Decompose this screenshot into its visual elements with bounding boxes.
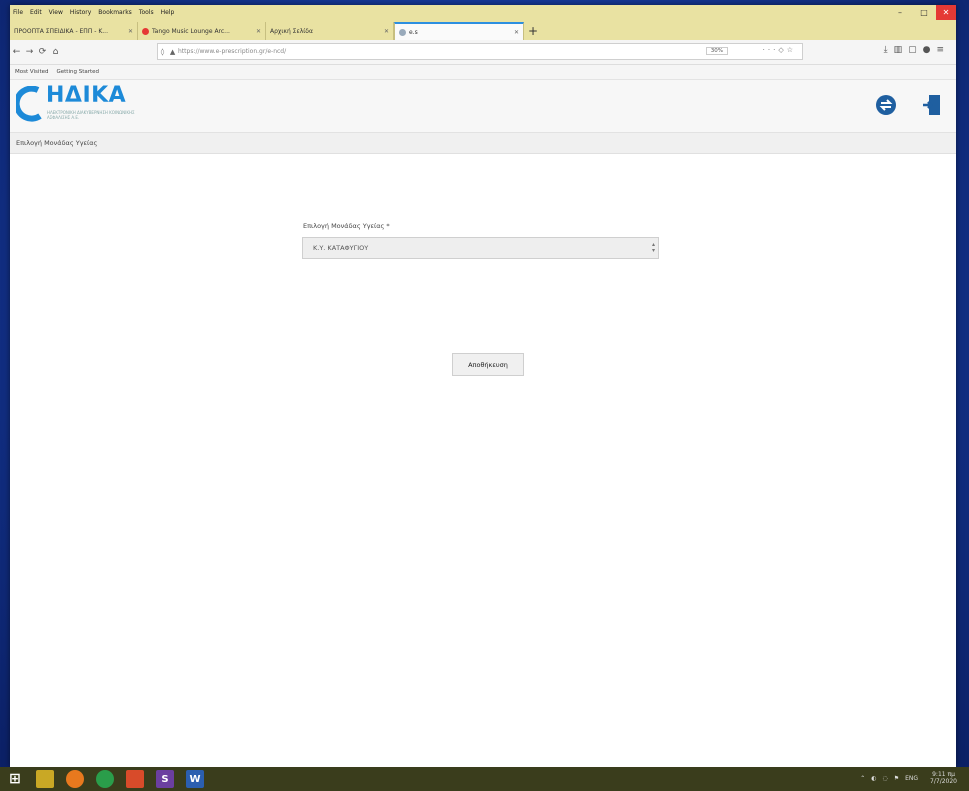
minimize-button[interactable]: – xyxy=(888,5,912,20)
account-icon[interactable]: ● xyxy=(923,45,937,55)
skype-icon[interactable]: S xyxy=(156,770,174,788)
health-unit-label: Επιλογή Μονάδας Υγείας * xyxy=(303,222,390,230)
selected-health-unit: Κ.Υ. ΚΑΤΑΦΥΓΙΟΥ xyxy=(313,244,369,252)
home-icon[interactable]: ⌂ xyxy=(49,47,62,57)
menu-help[interactable]: Help xyxy=(161,9,175,16)
site-header: ΗΔΙΚΑ ΗΛΕΚΤΡΟΝΙΚΗ ΔΙΑΚΥΒΕΡΝΗΣΗ ΚΟΙΝΩΝΙΚΗ… xyxy=(10,80,956,133)
nav-toolbar: ← → ⟳ ⌂ ◊ ▲ https://www.e-prescription.gr… xyxy=(10,40,956,65)
sidebar-icon[interactable]: ▢ xyxy=(908,45,923,55)
bookmarks-toolbar: Most Visited Getting Started xyxy=(10,65,956,80)
bookmark-most-visited[interactable]: Most Visited xyxy=(15,69,48,75)
flag-icon[interactable]: ⚑ xyxy=(894,775,899,782)
new-tab-button[interactable]: + xyxy=(524,22,542,40)
browser-window: File Edit View History Bookmarks Tools H… xyxy=(10,5,956,767)
logo-word: ΗΔΙΚΑ xyxy=(46,83,127,108)
back-icon[interactable]: ← xyxy=(10,47,23,57)
hamburger-menu-icon[interactable]: ≡ xyxy=(936,45,950,55)
tab-title: Tango Music Lounge Arc... xyxy=(152,27,230,35)
tab-item[interactable]: Αρχική Σελίδα ✕ xyxy=(266,22,394,40)
bookmark-getting-started[interactable]: Getting Started xyxy=(56,69,99,75)
reload-icon[interactable]: ⟳ xyxy=(36,47,49,57)
file-explorer-icon[interactable] xyxy=(36,770,54,788)
clock-date: 7/7/2020 xyxy=(930,778,957,785)
system-tray: ⌃ ◐ ◌ ⚑ ENG 9:11 πμ 7/7/2020 xyxy=(854,771,957,785)
logo-subtitle: ΗΛΕΚΤΡΟΝΙΚΗ ΔΙΑΚΥΒΕΡΝΗΣΗ ΚΟΙΝΩΝΙΚΗΣ ΑΣΦΑ… xyxy=(47,110,135,120)
main-content: Επιλογή Μονάδας Υγείας * Κ.Υ. ΚΑΤΑΦΥΓΙΟΥ… xyxy=(10,154,956,754)
menu-history[interactable]: History xyxy=(70,9,91,16)
tray-expand-icon[interactable]: ⌃ xyxy=(860,775,865,782)
tab-item[interactable]: ΠΡΟΟΠΤΑ ΣΠΕΙΔΙΚΑ - ΕΠΠ - Κ... ✕ xyxy=(10,22,138,40)
menu-bar: File Edit View History Bookmarks Tools H… xyxy=(10,5,956,20)
shield-icon: ◊ xyxy=(160,47,165,56)
loading-icon xyxy=(399,28,406,36)
pocket-icon[interactable]: ◇ xyxy=(778,46,786,54)
close-tab-icon[interactable]: ✕ xyxy=(124,28,133,35)
taskbar: ⊞ S W ⌃ ◐ ◌ ⚑ ENG 9:11 πμ 7/7/2020 xyxy=(0,767,969,791)
clock-time: 9:11 πμ xyxy=(932,771,955,778)
downloads-icon[interactable]: ⤓ xyxy=(884,45,894,55)
volume-icon[interactable]: ◐ xyxy=(871,775,876,782)
tab-title: Αρχική Σελίδα xyxy=(270,27,313,35)
logo-mark-icon xyxy=(13,85,42,122)
tab-title: ΠΡΟΟΠΤΑ ΣΠΕΙΔΙΚΑ - ΕΠΠ - Κ... xyxy=(14,27,108,35)
idika-logo[interactable]: ΗΔΙΚΑ ΗΛΕΚΤΡΟΝΙΚΗ ΔΙΑΚΥΒΕΡΝΗΣΗ ΚΟΙΝΩΝΙΚΗ… xyxy=(13,83,146,126)
network-icon[interactable]: ◌ xyxy=(882,775,887,782)
close-window-button[interactable]: ✕ xyxy=(936,5,956,20)
close-tab-icon[interactable]: ✕ xyxy=(380,28,389,35)
menu-file[interactable]: File xyxy=(13,9,23,16)
breadcrumb: Επιλογή Μονάδας Υγείας xyxy=(10,133,956,154)
save-button[interactable]: Αποθήκευση xyxy=(452,353,524,376)
page-actions-icon[interactable]: ··· xyxy=(763,46,779,54)
youtube-icon xyxy=(142,27,149,35)
url-text: https://www.e-prescription.gr/e-ncd/ xyxy=(178,48,287,55)
tab-strip: ΠΡΟΟΠΤΑ ΣΠΕΙΔΙΚΑ - ΕΠΠ - Κ... ✕ Tango Mu… xyxy=(10,20,956,40)
switch-unit-icon[interactable] xyxy=(875,94,897,116)
tab-title: e.s xyxy=(409,28,418,36)
close-tab-icon[interactable]: ✕ xyxy=(510,29,519,36)
chrome-icon[interactable] xyxy=(96,770,114,788)
clock[interactable]: 9:11 πμ 7/7/2020 xyxy=(924,771,957,785)
tab-item-active[interactable]: e.s ✕ xyxy=(394,22,524,40)
menu-tools[interactable]: Tools xyxy=(139,9,154,16)
address-bar[interactable]: ◊ ▲ https://www.e-prescription.gr/e-ncd/ … xyxy=(157,43,803,60)
health-unit-select[interactable]: Κ.Υ. ΚΑΤΑΦΥΓΙΟΥ ▴ ▾ xyxy=(302,237,659,259)
lock-icon: ▲ xyxy=(169,47,176,56)
word-icon[interactable]: W xyxy=(186,770,204,788)
menu-bookmarks[interactable]: Bookmarks xyxy=(98,9,132,16)
windows-start-icon[interactable]: ⊞ xyxy=(6,770,24,788)
logout-icon[interactable] xyxy=(922,94,942,116)
tab-item[interactable]: Tango Music Lounge Arc... ✕ xyxy=(138,22,266,40)
maximize-button[interactable]: □ xyxy=(912,5,936,20)
menu-view[interactable]: View xyxy=(49,9,63,16)
menu-edit[interactable]: Edit xyxy=(30,9,42,16)
zoom-indicator[interactable]: 30% xyxy=(705,47,728,55)
forward-icon[interactable]: → xyxy=(23,47,36,57)
office-app-icon[interactable] xyxy=(126,770,144,788)
input-language[interactable]: ENG xyxy=(905,775,918,782)
breadcrumb-current[interactable]: Επιλογή Μονάδας Υγείας xyxy=(16,139,97,147)
library-icon[interactable]: ▥ xyxy=(894,45,909,55)
bookmark-star-icon[interactable]: ☆ xyxy=(787,46,796,54)
firefox-icon[interactable] xyxy=(66,770,84,788)
close-tab-icon[interactable]: ✕ xyxy=(252,28,261,35)
select-arrows-icon: ▴ ▾ xyxy=(651,241,655,254)
